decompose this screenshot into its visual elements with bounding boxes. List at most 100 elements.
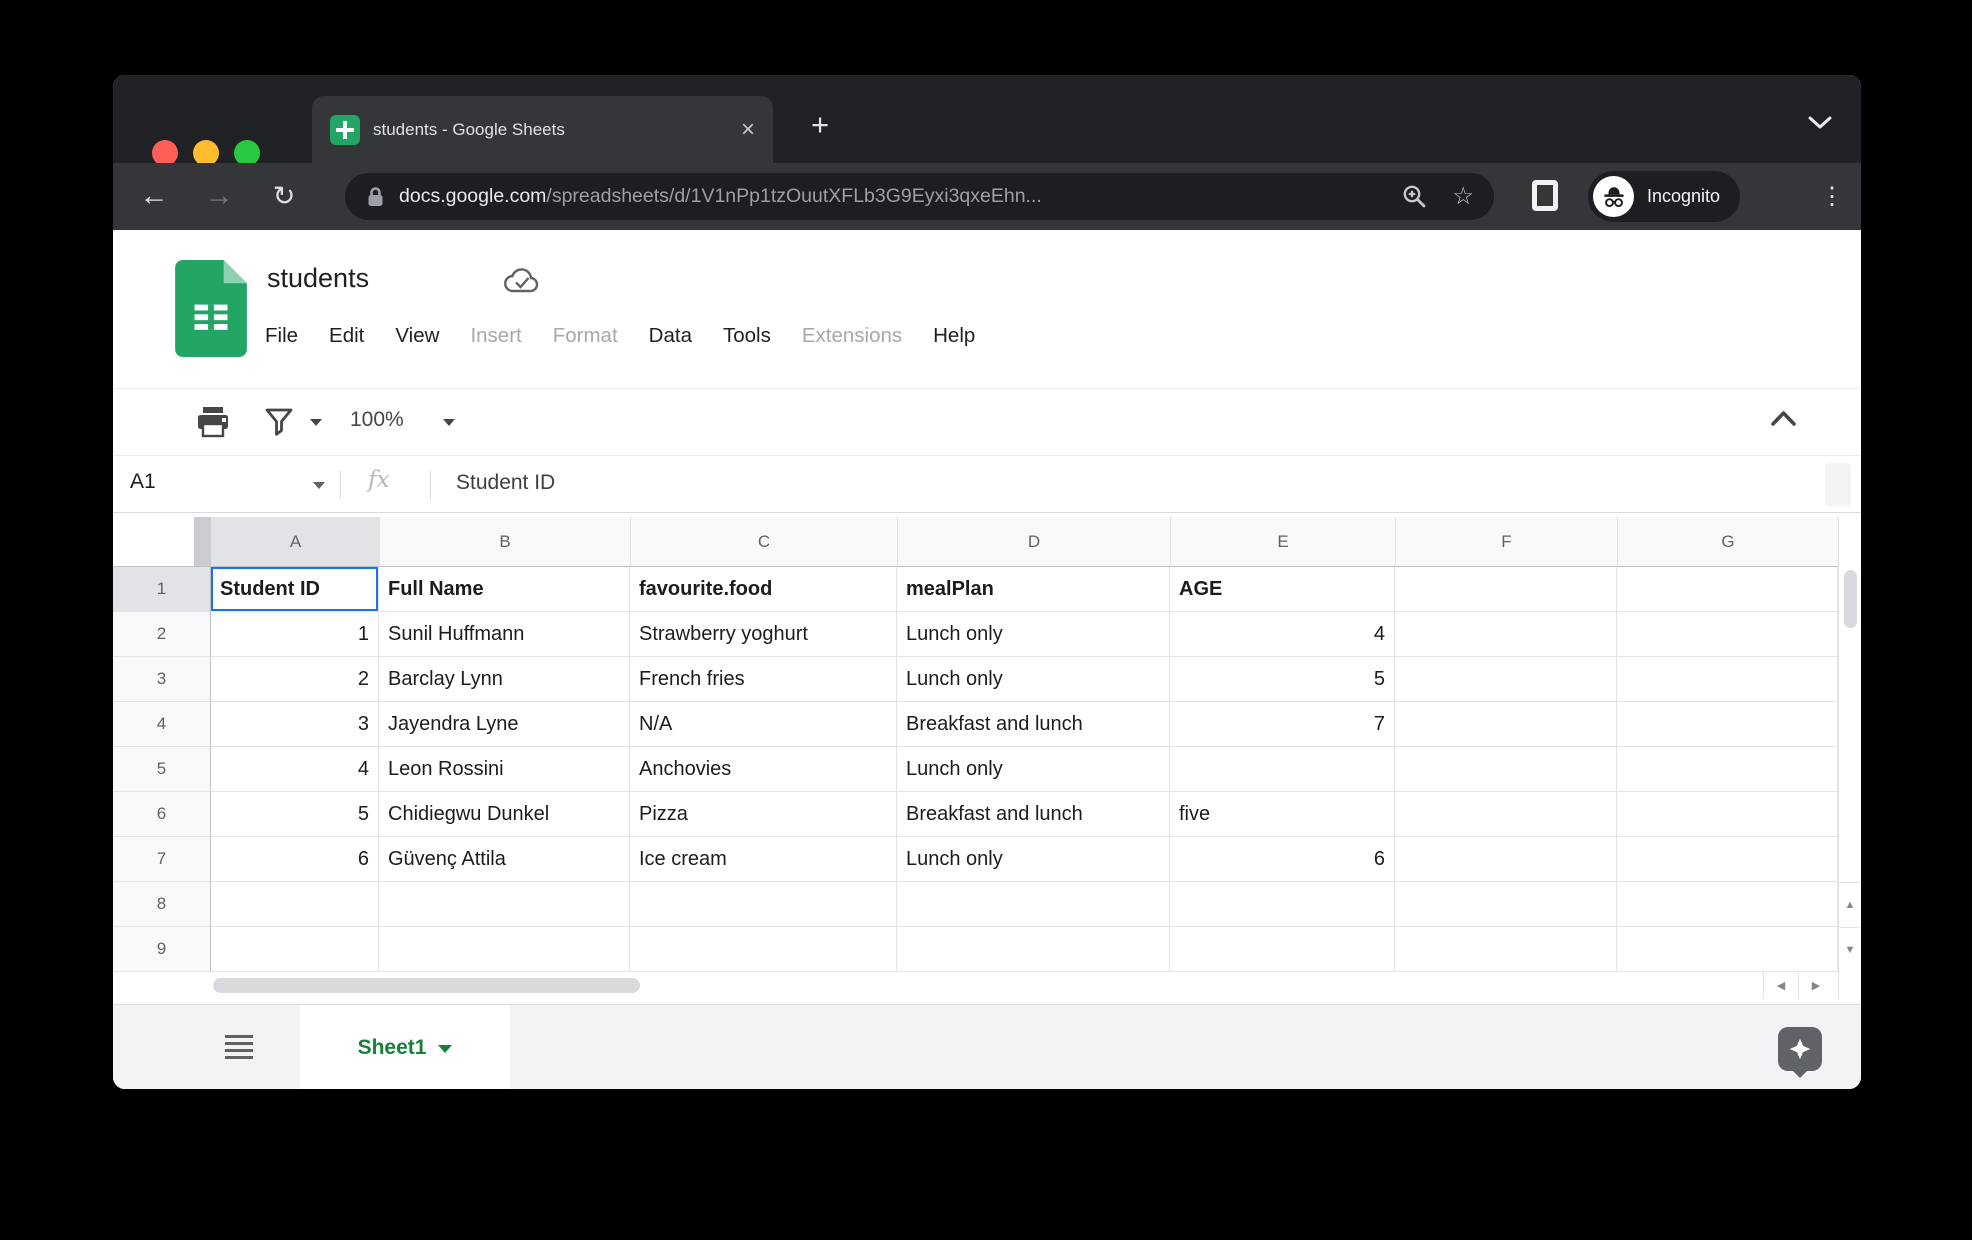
cell-C6[interactable]: Pizza (630, 792, 897, 837)
sheets-logo-icon[interactable] (175, 260, 247, 357)
row-header-7[interactable]: 7 (113, 837, 211, 882)
cell-C9[interactable] (630, 927, 897, 972)
row-header-6[interactable]: 6 (113, 792, 211, 837)
cell-C1[interactable]: favourite.food (630, 567, 897, 612)
cell-D1[interactable]: mealPlan (897, 567, 1170, 612)
forward-icon[interactable]: → (200, 177, 238, 215)
cell-A4[interactable]: 3 (211, 702, 379, 747)
cell-G1[interactable] (1617, 567, 1838, 612)
cell-G6[interactable] (1617, 792, 1838, 837)
cell-G3[interactable] (1617, 657, 1838, 702)
cell-D5[interactable]: Lunch only (897, 747, 1170, 792)
cell-A9[interactable] (211, 927, 379, 972)
cell-C2[interactable]: Strawberry yoghurt (630, 612, 897, 657)
row-header-5[interactable]: 5 (113, 747, 211, 792)
cell-E7[interactable]: 6 (1170, 837, 1395, 882)
cell-E9[interactable] (1170, 927, 1395, 972)
address-bar[interactable]: docs.google.com/spreadsheets/d/1V1nPp1tz… (345, 173, 1494, 220)
cell-D4[interactable]: Breakfast and lunch (897, 702, 1170, 747)
cell-F1[interactable] (1395, 567, 1617, 612)
scroll-right-icon[interactable]: ▶ (1798, 972, 1833, 999)
cell-F7[interactable] (1395, 837, 1617, 882)
cell-F4[interactable] (1395, 702, 1617, 747)
scroll-up-icon[interactable]: ▲ (1839, 882, 1861, 927)
cell-D3[interactable]: Lunch only (897, 657, 1170, 702)
horizontal-scrollbar-thumb[interactable] (213, 978, 640, 993)
cell-G2[interactable] (1617, 612, 1838, 657)
cell-E4[interactable]: 7 (1170, 702, 1395, 747)
column-header-C[interactable]: C (630, 517, 897, 567)
cell-G4[interactable] (1617, 702, 1838, 747)
tab-search-chevron-icon[interactable] (1807, 115, 1833, 135)
cell-D6[interactable]: Breakfast and lunch (897, 792, 1170, 837)
row-header-2[interactable]: 2 (113, 612, 211, 657)
name-box[interactable]: A1 (130, 470, 156, 494)
browser-tab[interactable]: students - Google Sheets × (312, 96, 773, 163)
cell-E2[interactable]: 4 (1170, 612, 1395, 657)
cell-C4[interactable]: N/A (630, 702, 897, 747)
explore-button[interactable] (1778, 1027, 1822, 1071)
zoom-icon[interactable] (1401, 183, 1428, 210)
cell-B5[interactable]: Leon Rossini (379, 747, 630, 792)
cell-E5[interactable] (1170, 747, 1395, 792)
select-all-corner[interactable] (113, 517, 211, 567)
cell-A8[interactable] (211, 882, 379, 927)
cell-E3[interactable]: 5 (1170, 657, 1395, 702)
cell-B2[interactable]: Sunil Huffmann (379, 612, 630, 657)
bookmark-star-icon[interactable]: ☆ (1452, 182, 1474, 211)
cell-F6[interactable] (1395, 792, 1617, 837)
zoom-level[interactable]: 100% (350, 408, 404, 432)
cell-B7[interactable]: Güvenç Attila (379, 837, 630, 882)
filter-icon[interactable] (263, 407, 295, 439)
collapse-toolbar-icon[interactable] (1770, 409, 1797, 427)
document-title[interactable]: students (267, 263, 369, 294)
cell-B9[interactable] (379, 927, 630, 972)
tab-close-icon[interactable]: × (741, 118, 755, 142)
back-icon[interactable]: ← (135, 177, 173, 215)
cell-A6[interactable]: 5 (211, 792, 379, 837)
menu-file[interactable]: File (265, 324, 298, 348)
menu-help[interactable]: Help (933, 324, 975, 348)
row-header-1[interactable]: 1 (113, 567, 211, 612)
menu-data[interactable]: Data (649, 324, 692, 348)
cell-F2[interactable] (1395, 612, 1617, 657)
cell-D9[interactable] (897, 927, 1170, 972)
menu-view[interactable]: View (395, 324, 439, 348)
menu-edit[interactable]: Edit (329, 324, 364, 348)
side-panel-icon[interactable] (1532, 180, 1558, 211)
cell-A3[interactable]: 2 (211, 657, 379, 702)
cell-C8[interactable] (630, 882, 897, 927)
cell-D2[interactable]: Lunch only (897, 612, 1170, 657)
row-header-9[interactable]: 9 (113, 927, 211, 972)
cell-A7[interactable]: 6 (211, 837, 379, 882)
cell-A2[interactable]: 1 (211, 612, 379, 657)
sheet-tab-sheet1[interactable]: Sheet1 (300, 1005, 510, 1089)
zoom-dropdown-caret-icon[interactable] (443, 419, 455, 426)
cell-E8[interactable] (1170, 882, 1395, 927)
scroll-left-icon[interactable]: ◀ (1763, 972, 1798, 999)
row-header-3[interactable]: 3 (113, 657, 211, 702)
cell-E6[interactable]: five (1170, 792, 1395, 837)
cell-G8[interactable] (1617, 882, 1838, 927)
cell-D7[interactable]: Lunch only (897, 837, 1170, 882)
column-header-D[interactable]: D (897, 517, 1170, 567)
cell-B6[interactable]: Chidiegwu Dunkel (379, 792, 630, 837)
vertical-scrollbar[interactable]: ▲ ▼ (1838, 517, 1861, 972)
row-header-4[interactable]: 4 (113, 702, 211, 747)
column-header-A[interactable]: A (211, 517, 379, 567)
all-sheets-icon[interactable] (225, 1035, 253, 1063)
scroll-down-icon[interactable]: ▼ (1839, 927, 1861, 972)
cell-B1[interactable]: Full Name (379, 567, 630, 612)
browser-menu-icon[interactable]: ⋮ (1813, 177, 1851, 215)
cell-F9[interactable] (1395, 927, 1617, 972)
cell-F5[interactable] (1395, 747, 1617, 792)
column-header-F[interactable]: F (1395, 517, 1617, 567)
cell-A5[interactable]: 4 (211, 747, 379, 792)
cell-B8[interactable] (379, 882, 630, 927)
cell-E1[interactable]: AGE (1170, 567, 1395, 612)
cell-D8[interactable] (897, 882, 1170, 927)
menu-insert[interactable]: Insert (470, 324, 521, 348)
cell-G5[interactable] (1617, 747, 1838, 792)
cell-G9[interactable] (1617, 927, 1838, 972)
formula-input[interactable]: Student ID (456, 471, 555, 495)
